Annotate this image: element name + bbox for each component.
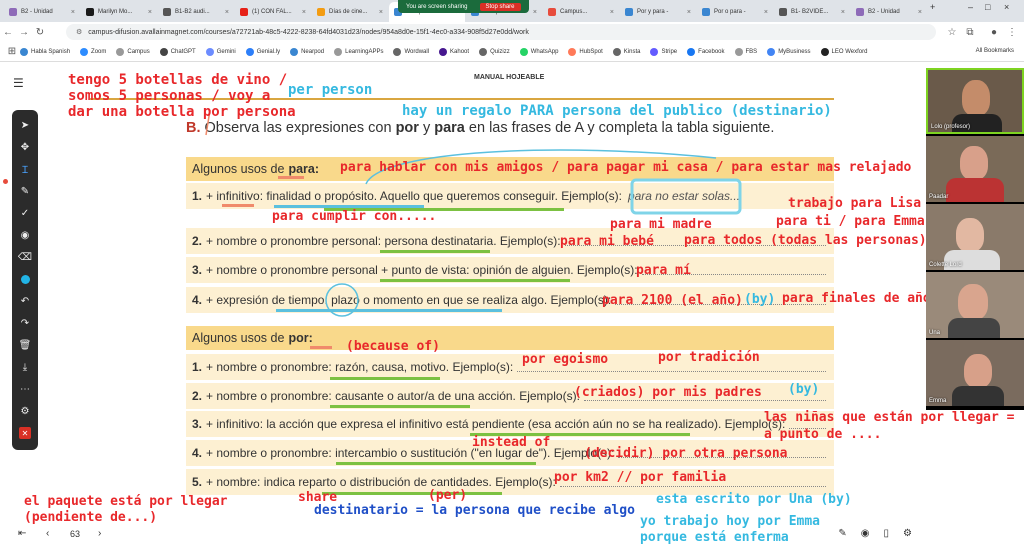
prev-page-icon[interactable]: ‹ [46, 528, 49, 539]
annotation-text: hay un regalo PARA persona del publico (… [402, 103, 832, 119]
view-icon[interactable]: ◉ [861, 528, 870, 539]
extensions-icon[interactable]: ⧉ [962, 27, 978, 38]
minimize-icon[interactable]: – [968, 2, 973, 12]
settings-icon[interactable]: ⚙ [903, 528, 912, 539]
browser-menu-icon[interactable]: ⋮ [1004, 27, 1020, 38]
participant-video[interactable]: Una [926, 272, 1024, 338]
annotation-text: por tradición [658, 350, 760, 365]
maximize-icon[interactable]: □ [985, 2, 990, 12]
viewer-footer: ⇤ ‹ 63 › ✎ ◉ ▯ ⚙ [0, 520, 928, 550]
annotation-text: (decidir) por otra persona [584, 446, 788, 461]
annotation-text: destinatario = la persona que recibe alg… [314, 503, 635, 518]
annotation-text: (by) [788, 382, 820, 397]
video-participants-panel: Lolo (profesor) Paadar Colette Lord Una … [926, 68, 1024, 410]
participant-body [946, 178, 1004, 202]
annotation-text: dar una botella por persona [68, 104, 296, 120]
edit-icon[interactable]: ✎ [838, 528, 846, 539]
participant-face [964, 354, 992, 388]
annotation-text: (by) [744, 292, 776, 307]
annotation-text: trabajo para Lisa [788, 196, 922, 211]
participant-video[interactable]: Paadar [926, 136, 1024, 202]
participant-face [956, 218, 984, 252]
annotation-text: para todos (todas las personas) [684, 233, 927, 248]
new-tab-icon[interactable]: + [930, 2, 935, 12]
annotation-text: por km2 // por familia [554, 470, 727, 485]
participant-video[interactable]: Lolo (profesor) [926, 68, 1024, 134]
annotation-text: esta escrito por Una (by) [656, 492, 852, 507]
participant-body [952, 386, 1004, 406]
annotation-text: (criados) por mis padres [574, 385, 762, 400]
participant-face [962, 80, 990, 116]
annotation-text: para mí [636, 263, 691, 278]
participant-face [960, 146, 988, 180]
annotation-text: para finales de año [782, 291, 931, 306]
annotation-text: para mi madre [610, 217, 712, 232]
page-number[interactable]: 63 [70, 529, 80, 539]
close-window-icon[interactable]: × [1004, 2, 1009, 12]
annotation-text: por egoismo [522, 352, 609, 367]
bookmark-page-icon[interactable]: ▯ [884, 528, 890, 539]
participant-video[interactable]: Colette Lord [926, 204, 1024, 270]
participant-face [958, 284, 988, 320]
profile-avatar-icon[interactable]: ● [986, 27, 1002, 38]
annotation-text: somos 5 personas / voy a [68, 88, 271, 104]
all-bookmarks-button[interactable]: All Bookmarks [976, 48, 1014, 54]
annotation-text: para ti / para Emma [776, 214, 925, 229]
first-page-icon[interactable]: ⇤ [18, 528, 26, 539]
annotation-text: para 2100 (el año) [602, 293, 743, 308]
annotation-text: per person [288, 82, 373, 98]
annotation-text: tengo 5 botellas de vino / [68, 72, 288, 88]
annotation-text: las niñas que están por llegar = [764, 410, 1015, 425]
annotation-text: (because of) [346, 339, 440, 354]
annotation-text: a punto de .... [764, 427, 882, 442]
annotation-text: para mi bebé [560, 234, 654, 249]
annotation-text: (per) [428, 488, 468, 503]
star-icon[interactable]: ☆ [944, 27, 960, 38]
next-page-icon[interactable]: › [98, 528, 101, 539]
annotation-text: para hablar con mis amigos / para pagar … [340, 160, 912, 175]
participant-video[interactable]: Emma [926, 340, 1024, 406]
annotation-text: instead of [472, 435, 551, 450]
annotation-text: para cumplir con..... [272, 209, 437, 224]
participant-body [948, 318, 1000, 338]
annotation-text: el paquete está por llegar [24, 494, 228, 509]
footer-tools: ✎ ◉ ▯ ⚙ [824, 528, 912, 539]
